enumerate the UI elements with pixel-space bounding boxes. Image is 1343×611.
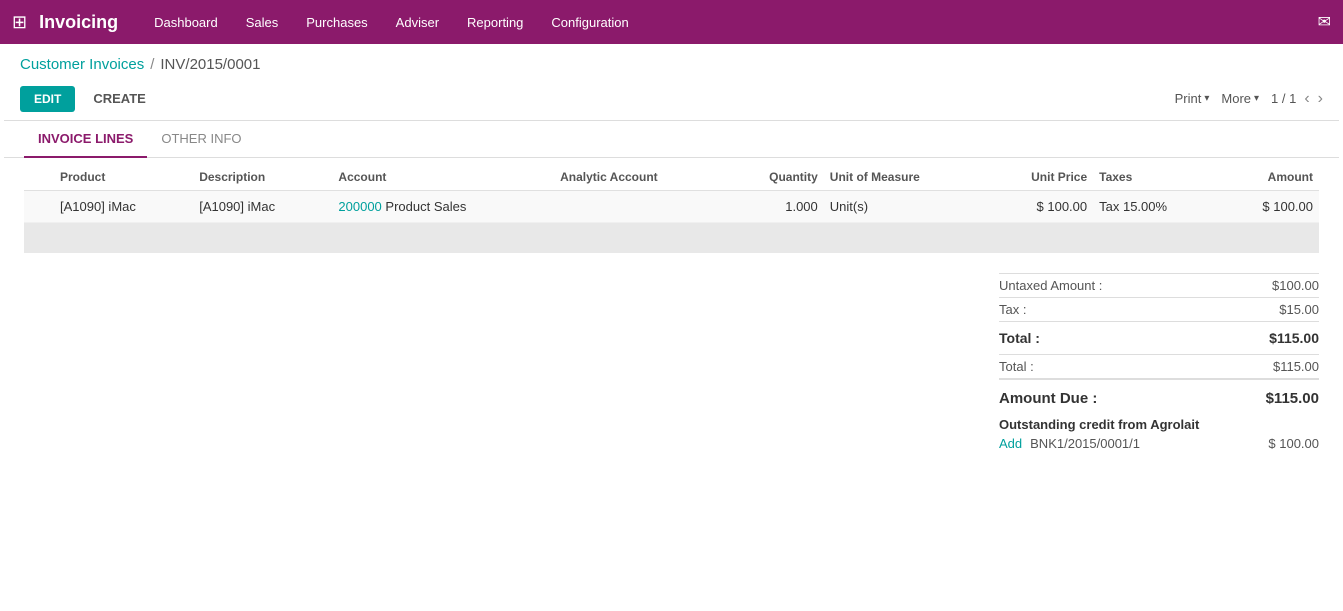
outstanding-credit-title: Outstanding credit from Agrolait [999, 417, 1319, 432]
print-label: Print [1175, 91, 1202, 106]
page-info: 1 / 1 [1271, 91, 1296, 106]
cell-account[interactable]: 200000 Product Sales [332, 191, 554, 223]
app-brand: Invoicing [39, 12, 118, 33]
total-main-label: Total : [999, 330, 1056, 346]
tab-other-info[interactable]: OTHER INFO [147, 121, 255, 158]
untaxed-amount-label: Untaxed Amount : [999, 278, 1118, 293]
untaxed-amount-value: $100.00 [1239, 278, 1319, 293]
col-taxes: Taxes [1093, 162, 1220, 191]
footer-bar [24, 223, 1319, 253]
cell-unit-price: $ 100.00 [985, 191, 1093, 223]
toolbar: EDIT CREATE Print ▾ More ▾ 1 / 1 ‹ › [0, 81, 1343, 120]
breadcrumb-separator: / [150, 56, 154, 73]
cell-taxes: Tax 15.00% [1093, 191, 1220, 223]
col-description: Description [193, 162, 332, 191]
nav-sales[interactable]: Sales [234, 9, 291, 36]
col-quantity: Quantity [728, 162, 824, 191]
create-button[interactable]: CREATE [83, 85, 155, 112]
tax-label: Tax : [999, 302, 1042, 317]
more-caret: ▾ [1254, 93, 1259, 104]
breadcrumb-parent[interactable]: Customer Invoices [20, 56, 144, 73]
more-dropdown[interactable]: More ▾ [1221, 91, 1259, 106]
tax-row: Tax : $15.00 [999, 298, 1319, 322]
cell-unit-of-measure: Unit(s) [824, 191, 986, 223]
col-unit-price: Unit Price [985, 162, 1093, 191]
col-amount: Amount [1220, 162, 1319, 191]
outstanding-credit-section: Outstanding credit from Agrolait Add BNK… [4, 413, 1339, 451]
print-caret: ▾ [1204, 93, 1209, 104]
amount-due-label: Amount Due : [999, 390, 1113, 407]
outstanding-amount: $ 100.00 [1268, 436, 1319, 451]
nav-menu: Dashboard Sales Purchases Adviser Report… [142, 9, 641, 36]
tax-value: $15.00 [1239, 302, 1319, 317]
next-page-button[interactable]: › [1318, 90, 1323, 108]
amount-due-value: $115.00 [1239, 390, 1319, 407]
content-area: INVOICE LINES OTHER INFO Product Descrip… [4, 120, 1339, 451]
tab-invoice-lines[interactable]: INVOICE LINES [24, 121, 147, 158]
total-main-row: Total : $115.00 [999, 322, 1319, 355]
nav-adviser[interactable]: Adviser [384, 9, 451, 36]
total-secondary-label: Total : [999, 359, 1050, 374]
total-main-value: $115.00 [1239, 330, 1319, 346]
totals-section: Untaxed Amount : $100.00 Tax : $15.00 To… [4, 273, 1339, 413]
col-analytic-account: Analytic Account [554, 162, 728, 191]
prev-page-button[interactable]: ‹ [1304, 90, 1309, 108]
outstanding-ref: BNK1/2015/0001/1 [1030, 436, 1140, 451]
nav-dashboard[interactable]: Dashboard [142, 9, 230, 36]
total-secondary-row: Total : $115.00 [999, 355, 1319, 379]
more-label: More [1221, 91, 1251, 106]
top-navigation: ⊞ Invoicing Dashboard Sales Purchases Ad… [0, 0, 1343, 44]
breadcrumb: Customer Invoices / INV/2015/0001 [0, 44, 1343, 81]
nav-configuration[interactable]: Configuration [539, 9, 640, 36]
cell-checkbox [24, 191, 54, 223]
untaxed-amount-row: Untaxed Amount : $100.00 [999, 273, 1319, 298]
tab-bar: INVOICE LINES OTHER INFO [4, 121, 1339, 158]
col-checkbox [24, 162, 54, 191]
col-product: Product [54, 162, 193, 191]
total-secondary-value: $115.00 [1239, 359, 1319, 374]
col-unit-of-measure: Unit of Measure [824, 162, 986, 191]
nav-reporting[interactable]: Reporting [455, 9, 535, 36]
outstanding-credit-row: Add BNK1/2015/0001/1 $ 100.00 [999, 436, 1319, 451]
breadcrumb-current: INV/2015/0001 [160, 56, 260, 73]
page-navigation: 1 / 1 ‹ › [1271, 90, 1323, 108]
outstanding-credit-box: Outstanding credit from Agrolait Add BNK… [999, 417, 1319, 451]
table-row[interactable]: [A1090] iMac [A1090] iMac 200000 Product… [24, 191, 1319, 223]
amount-due-row: Amount Due : $115.00 [999, 379, 1319, 413]
edit-button[interactable]: EDIT [20, 86, 75, 112]
nav-purchases[interactable]: Purchases [294, 9, 379, 36]
cell-analytic-account [554, 191, 728, 223]
nav-right-icon: ✉ [1318, 12, 1331, 32]
col-account: Account [332, 162, 554, 191]
print-dropdown[interactable]: Print ▾ [1175, 91, 1210, 106]
totals-table: Untaxed Amount : $100.00 Tax : $15.00 To… [999, 273, 1319, 413]
cell-description: [A1090] iMac [193, 191, 332, 223]
cell-amount: $ 100.00 [1220, 191, 1319, 223]
outstanding-add-button[interactable]: Add [999, 436, 1022, 451]
invoice-table: Product Description Account Analytic Acc… [24, 162, 1319, 223]
cell-quantity: 1.000 [728, 191, 824, 223]
grid-icon[interactable]: ⊞ [12, 12, 27, 33]
invoice-lines-panel: Product Description Account Analytic Acc… [4, 162, 1339, 223]
cell-product: [A1090] iMac [54, 191, 193, 223]
toolbar-right: Print ▾ More ▾ 1 / 1 ‹ › [1175, 90, 1323, 108]
